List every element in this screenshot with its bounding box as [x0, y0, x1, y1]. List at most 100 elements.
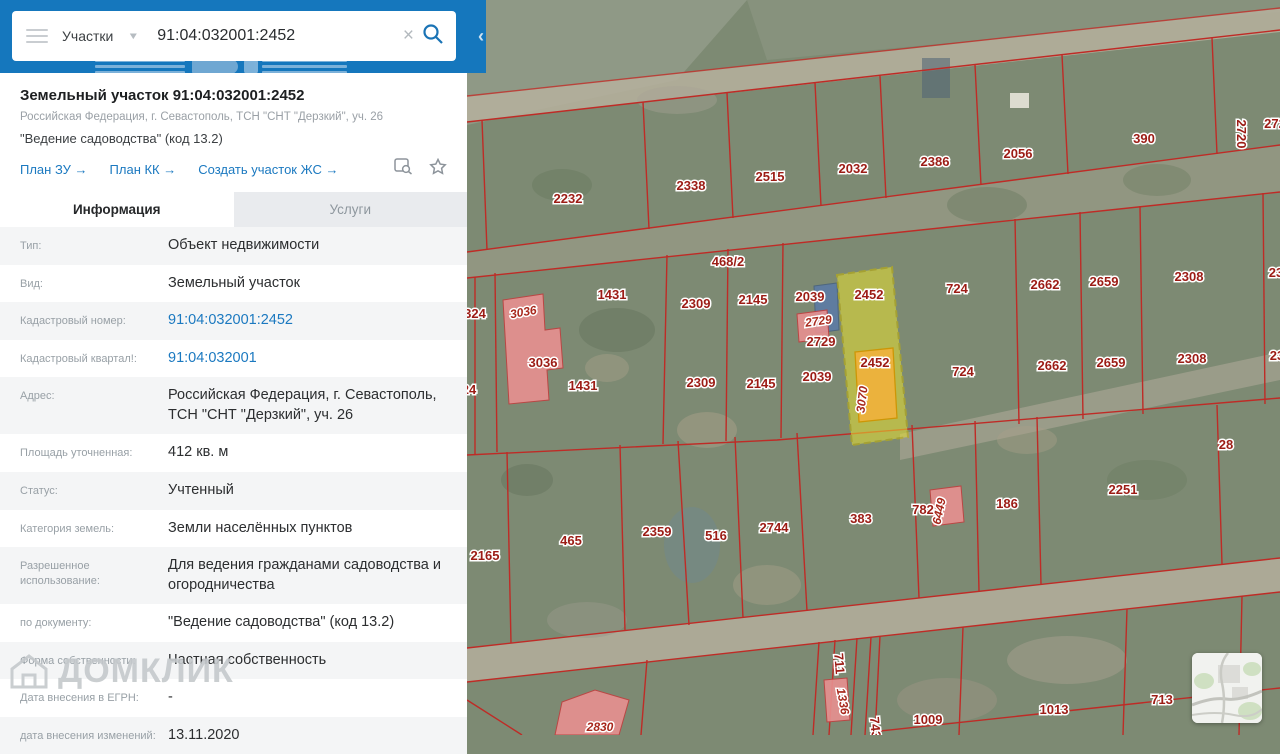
parcel-label: 2729 [807, 334, 836, 349]
info-row-value: Объект недвижимости [168, 236, 467, 256]
info-row-label: Разрешенное использование: [20, 556, 168, 589]
info-row: Форма собственности: Частная собственнос… [0, 642, 467, 680]
info-row-label: Площадь уточненная: [20, 443, 168, 461]
parcel-label: 2720 [1234, 120, 1249, 149]
info-row: Дата внесения в ЕГРН: - [0, 679, 467, 717]
parcel-label: 2308 [1175, 269, 1204, 284]
parcel-title: Земельный участок 91:04:032001:2452 [20, 87, 447, 104]
info-row-label: Дата внесения в ЕГРН: [20, 688, 168, 706]
parcel-label: 390 [1133, 131, 1155, 146]
minimap-image [1192, 653, 1262, 723]
search-input[interactable] [155, 26, 397, 46]
parcel-label: 724 [946, 281, 968, 296]
info-row-label: Кадастровый номер: [20, 311, 168, 329]
parcel-label: 2039 [803, 369, 832, 384]
info-row: по документу: "Ведение садоводства" (код… [0, 604, 467, 642]
parcel-label: 2232 [554, 191, 583, 206]
plan-zu-link[interactable]: План ЗУ → [20, 162, 88, 177]
info-row-value: 13.11.2020 [168, 726, 467, 746]
info-row-value: - [168, 688, 467, 708]
info-row-value: Учтенный [168, 481, 467, 501]
info-row: Кадастровый номер: 91:04:032001:2452 [0, 302, 467, 340]
menu-icon[interactable] [26, 25, 48, 47]
info-row-label: Адрес: [20, 386, 168, 404]
parcel-doc-line: "Ведение садоводства" (код 13.2) [20, 131, 447, 146]
parcel-label: 24 [467, 382, 477, 397]
info-row-label: Тип: [20, 236, 168, 254]
info-row: Статус: Учтенный [0, 472, 467, 510]
top-search-bar: Участки ▼ × ‹ [0, 0, 486, 73]
parcel-label: 516 [705, 528, 727, 543]
cadastral-map-app: 2232233825152032238620563902720272468/23… [0, 0, 1280, 735]
parcel-label: 2662 [1038, 358, 1067, 373]
layer-selector[interactable]: Участки ▼ [62, 28, 139, 44]
parcel-label: 724 [952, 364, 974, 379]
parcel-label: 23 [1270, 348, 1280, 363]
panel-header: Земельный участок 91:04:032001:2452 Росс… [0, 73, 467, 192]
parcel-label: 28 [1219, 437, 1233, 452]
search-box: Участки ▼ × [12, 11, 456, 61]
clear-search-icon[interactable]: × [397, 25, 420, 47]
logo-stripes-left [95, 59, 185, 73]
parcel-label: 2662 [1031, 277, 1060, 292]
info-row: Адрес: Российская Федерация, г. Севастоп… [0, 377, 467, 434]
info-row-label: Форма собственности: [20, 651, 168, 669]
parcel-label: 2308 [1178, 351, 1207, 366]
parcel-label: 2251 [1109, 482, 1138, 497]
create-zhs-link[interactable]: Создать участок ЖС → [198, 162, 338, 177]
parcel-label: 2165 [471, 548, 500, 563]
logo-d-shape [192, 59, 252, 73]
parcel-label: 711 [831, 653, 848, 675]
parcel-label: 23 [1269, 265, 1280, 280]
info-row: Кадастровый квартал!: 91:04:032001 [0, 340, 467, 378]
search-icon[interactable] [422, 23, 444, 50]
parcel-label: 2145 [739, 292, 768, 307]
parcel-label: 2145 [747, 376, 776, 391]
parcel-label: 2338 [677, 178, 706, 193]
parcel-label: 1009 [914, 712, 943, 727]
cadastral-number-link[interactable]: 91:04:032001:2452 [168, 311, 467, 331]
parcel-label: 713 [1151, 692, 1173, 707]
info-row-label: по документу: [20, 613, 168, 631]
info-row: дата внесения изменений: 13.11.2020 [0, 717, 467, 754]
preview-plan-icon[interactable] [394, 158, 413, 180]
info-row: Тип: Объект недвижимости [0, 227, 467, 265]
parcel-label: 3036 [529, 355, 558, 370]
satellite-map: 2232233825152032238620563902720272468/23… [467, 0, 1280, 735]
favorite-star-icon[interactable] [429, 158, 447, 180]
parcel-label: 1431 [569, 378, 598, 393]
parcel-label: 2386 [921, 154, 950, 169]
info-row-value: Земельный участок [168, 274, 467, 294]
info-row-value: Для ведения гражданами садоводства и ого… [168, 556, 467, 595]
parcel-label: 324 [467, 306, 487, 321]
collapse-panel-icon[interactable]: ‹ [478, 26, 484, 47]
parcel-label: 2452 [861, 355, 890, 370]
info-row-value: "Ведение садоводства" (код 13.2) [168, 613, 467, 633]
parcel-label: 743 [867, 716, 884, 735]
parcel-label: 2056 [1004, 146, 1033, 161]
info-row-label: Кадастровый квартал!: [20, 349, 168, 367]
info-row-label: Вид: [20, 274, 168, 292]
cadastral-quarter-link[interactable]: 91:04:032001 [168, 349, 467, 369]
parcel-label: 383 [850, 511, 872, 526]
parcel-label: 2309 [682, 296, 711, 311]
parcel-label: 186 [996, 496, 1018, 511]
minimap[interactable] [1192, 653, 1262, 723]
info-row-label: Категория земель: [20, 519, 168, 537]
parcel-label: 2359 [643, 524, 672, 539]
tab-services[interactable]: Услуги [234, 192, 468, 227]
info-row-label: Статус: [20, 481, 168, 499]
parcel-label: 2659 [1090, 274, 1119, 289]
panel-tabs: Информация Услуги [0, 192, 467, 227]
info-row: Категория земель: Земли населённых пункт… [0, 510, 467, 548]
info-row-value: 412 кв. м [168, 443, 467, 463]
header-links: План ЗУ → План КК → Создать участок ЖС → [20, 158, 447, 192]
info-row: Разрешенное использование: Для ведения г… [0, 547, 467, 604]
parcel-label: 2039 [796, 289, 825, 304]
tab-information[interactable]: Информация [0, 192, 234, 227]
chevron-down-icon: ▼ [127, 30, 139, 41]
plan-kk-link[interactable]: План КК → [110, 162, 177, 177]
parcel-label: 272 [1264, 116, 1280, 131]
map-canvas[interactable]: 2232233825152032238620563902720272468/23… [467, 0, 1280, 735]
info-panel: Земельный участок 91:04:032001:2452 Росс… [0, 73, 467, 735]
